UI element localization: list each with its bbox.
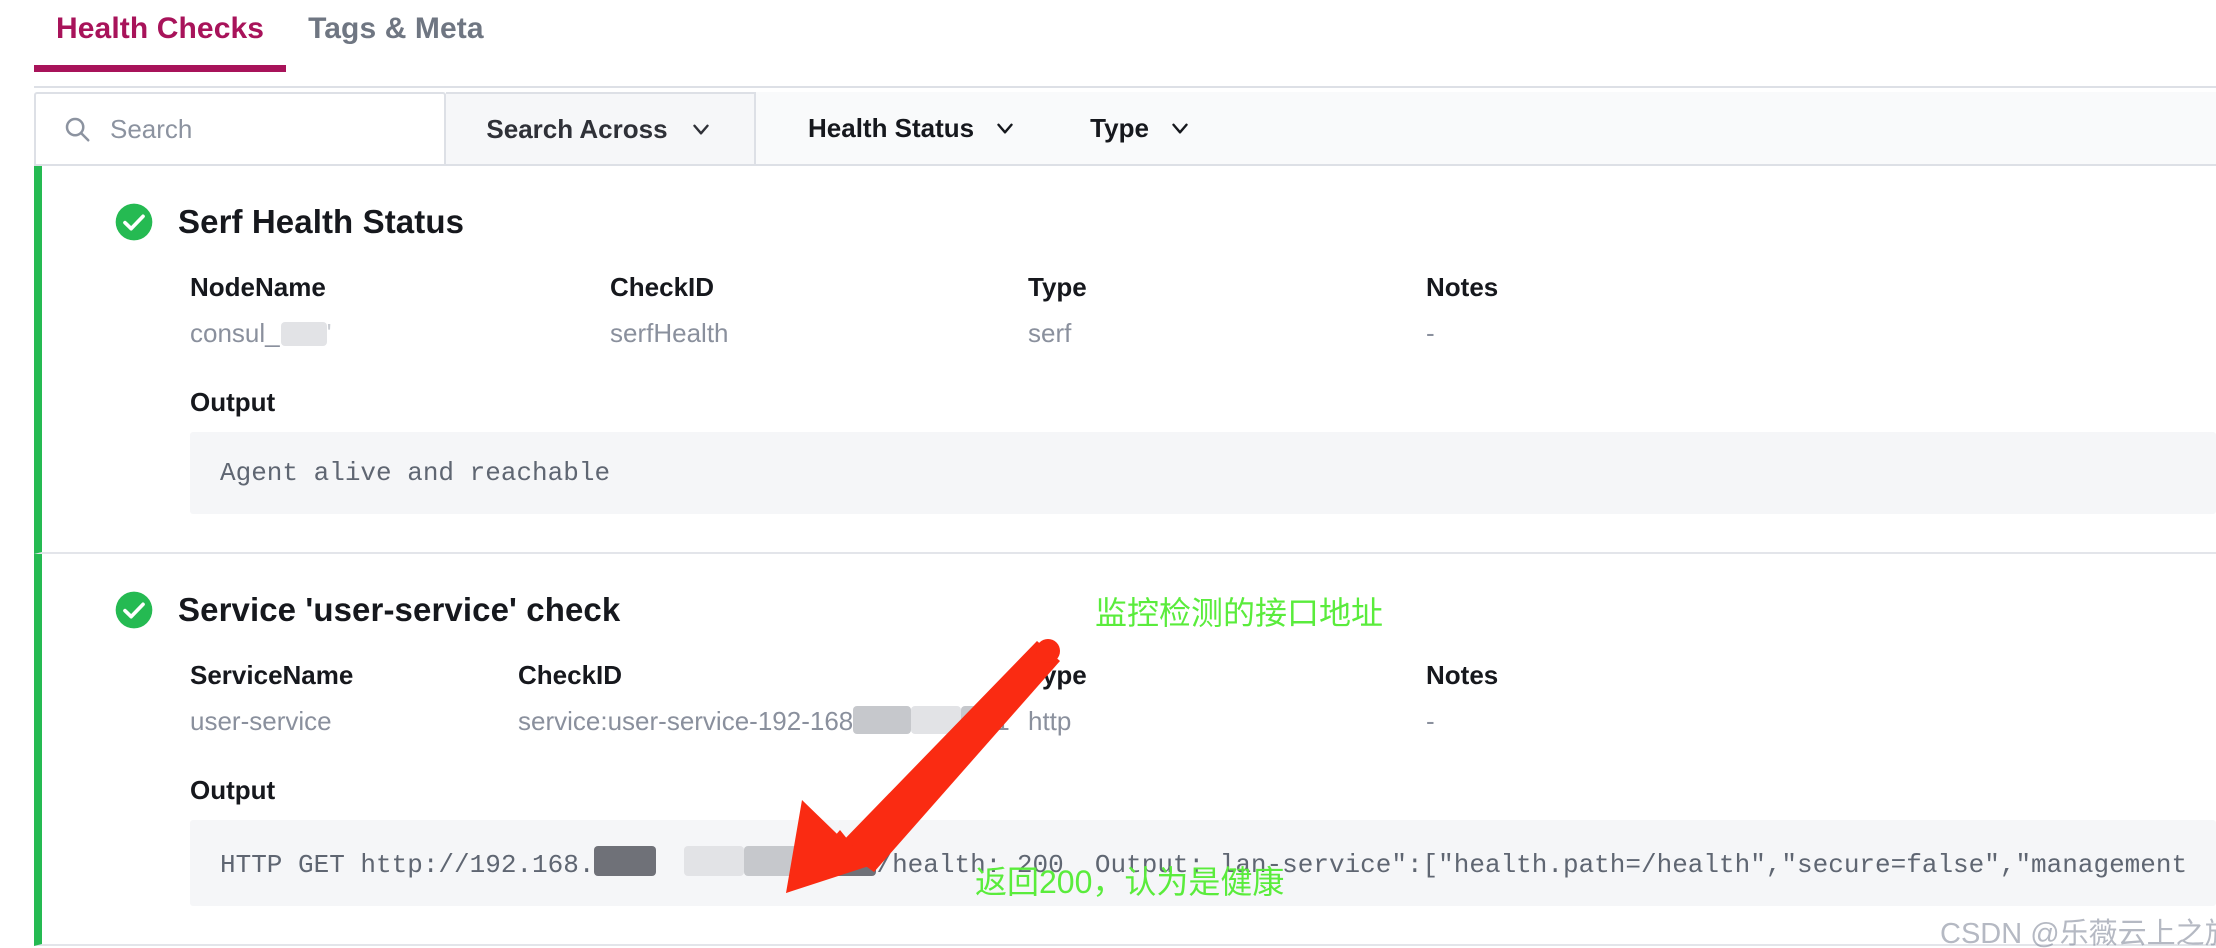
- filter-dropdowns: Health Status Type: [756, 92, 2216, 164]
- search-across-label: Search Across: [486, 113, 668, 144]
- meta-service-name: ServiceName user-service: [190, 660, 518, 737]
- meta-value: -: [1426, 706, 1435, 736]
- check-meta-row: ServiceName user-service CheckID service…: [42, 660, 2216, 737]
- meta-check-id: CheckID serfHealth: [610, 272, 1028, 349]
- meta-value: service:user-service-192-168 1: [518, 706, 1028, 737]
- health-status-dropdown[interactable]: Health Status: [808, 113, 1018, 144]
- check-id-suffix: 1: [995, 706, 1010, 736]
- meta-type: Type http: [1028, 660, 1426, 737]
- meta-value: http: [1028, 706, 1072, 736]
- health-check-card[interactable]: Service 'user-service' check ServiceName…: [34, 554, 2216, 946]
- tab-bar: Health Checks Tags & Meta: [0, 0, 2216, 88]
- meta-label: NodeName: [190, 272, 326, 302]
- check-id-text: service:user-service-192-168: [518, 706, 854, 736]
- output-text: HTTP GET http://192.168. /health: 200 Out…: [190, 820, 2216, 906]
- redaction-block: [961, 706, 996, 734]
- type-dropdown[interactable]: Type: [1090, 113, 1193, 144]
- meta-check-id: CheckID service:user-service-192-168 1: [518, 660, 1028, 737]
- redaction-block: [911, 706, 962, 734]
- meta-label: Notes: [1426, 660, 1499, 690]
- node-name-text: consul_: [190, 318, 280, 348]
- redaction-block: [853, 706, 912, 734]
- redaction-block: [744, 846, 799, 876]
- check-title: Service 'user-service' check: [178, 591, 621, 628]
- health-check-list: Serf Health Status NodeName consul_ ' Che…: [0, 166, 2216, 946]
- tab-tags-meta[interactable]: Tags & Meta: [286, 0, 506, 70]
- card-header: Serf Health Status: [42, 202, 2216, 242]
- type-label: Type: [1090, 112, 1149, 143]
- meta-value: -: [1426, 318, 1435, 348]
- meta-notes: Notes -: [1426, 272, 1498, 349]
- health-checks-page: Health Checks Tags & Meta Search Across: [0, 0, 2216, 948]
- redaction-block: [594, 846, 657, 876]
- status-passing-icon: [114, 590, 154, 630]
- card-header: Service 'user-service' check: [42, 590, 2216, 630]
- search-input[interactable]: [108, 112, 424, 146]
- search-field[interactable]: [34, 92, 446, 164]
- output-text: Agent alive and reachable: [190, 432, 2216, 514]
- meta-label: Type: [1028, 272, 1087, 302]
- search-across-dropdown[interactable]: Search Across: [446, 92, 756, 164]
- meta-node-name: NodeName consul_ ': [190, 272, 610, 349]
- chevron-down-icon: [688, 116, 714, 142]
- meta-label: Type: [1028, 660, 1087, 690]
- redaction-block: [798, 846, 877, 876]
- check-title: Serf Health Status: [178, 203, 465, 240]
- chevron-down-icon: [992, 115, 1018, 141]
- output-label: Output: [190, 775, 276, 805]
- health-check-card[interactable]: Serf Health Status NodeName consul_ ' Che…: [34, 166, 2216, 554]
- status-passing-icon: [114, 202, 154, 242]
- redaction-block: [280, 322, 327, 346]
- meta-value: user-service: [190, 706, 332, 736]
- meta-label: CheckID: [610, 272, 715, 302]
- health-status-label: Health Status: [808, 112, 975, 143]
- output-label: Output: [190, 387, 276, 417]
- check-meta-row: NodeName consul_ ' CheckID serfHealth Typ…: [42, 272, 2216, 349]
- meta-label: Notes: [1426, 272, 1499, 302]
- output-suffix: /health: 200 Output: lan-service":["heal…: [876, 850, 2188, 880]
- meta-value: consul_ ': [190, 318, 332, 348]
- tab-health-checks[interactable]: Health Checks: [34, 0, 287, 72]
- filter-bar: Search Across Health Status Type: [34, 88, 2216, 166]
- meta-type: Type serf: [1028, 272, 1426, 349]
- meta-value: serfHealth: [610, 318, 729, 348]
- meta-value: serf: [1028, 318, 1072, 348]
- meta-label: ServiceName: [190, 660, 354, 690]
- meta-notes: Notes -: [1426, 660, 1498, 737]
- chevron-down-icon: [1167, 115, 1193, 141]
- output-prefix: HTTP GET http://192.168.: [220, 850, 595, 880]
- search-icon: [62, 114, 92, 144]
- meta-label: CheckID: [518, 660, 623, 690]
- redaction-block: [684, 846, 745, 876]
